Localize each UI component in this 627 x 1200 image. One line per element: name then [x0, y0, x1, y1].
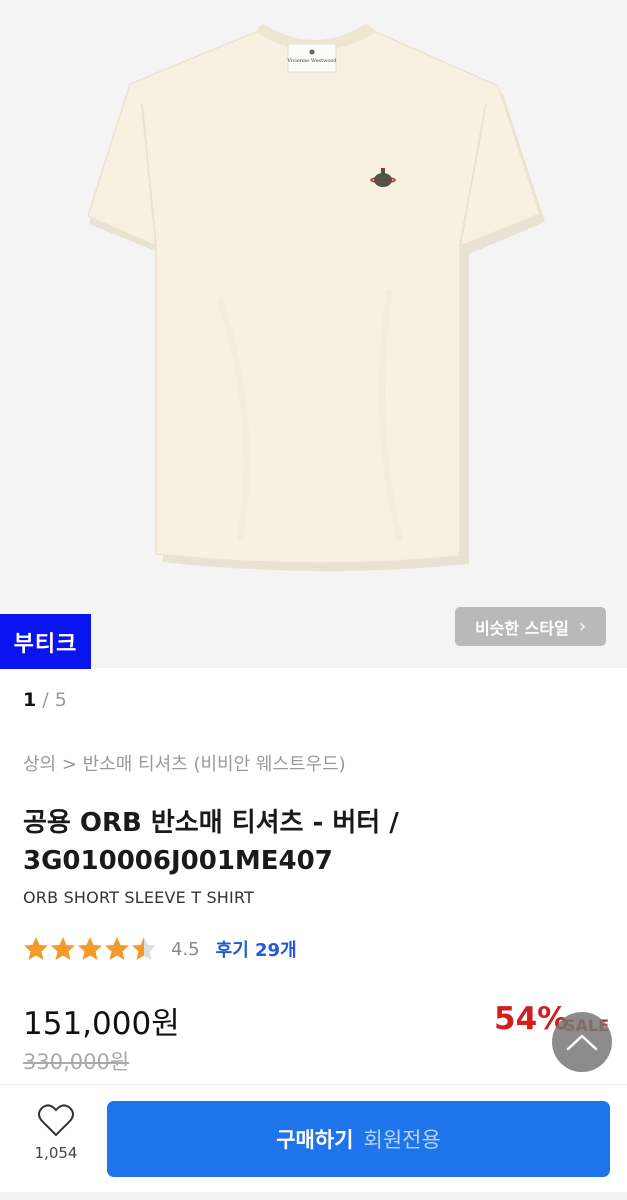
rating-row: 4.5 후기 29개 [23, 934, 297, 964]
scroll-to-top-button[interactable] [552, 1012, 612, 1072]
product-image[interactable]: Vivienne Westwood [0, 0, 627, 668]
star-icon [24, 937, 48, 960]
star-icon [105, 937, 129, 960]
members-only-label: 회원전용 [363, 1128, 441, 1152]
pager-total: 5 [54, 689, 67, 711]
t-shirt-illustration: Vivienne Westwood [87, 24, 545, 572]
pager-separator: / [36, 689, 55, 711]
like-count: 1,054 [34, 1144, 78, 1162]
star-icon [132, 937, 156, 960]
pager-current: 1 [23, 689, 37, 711]
star-rating [23, 936, 157, 962]
star-icon [51, 937, 75, 960]
sale-price: 151,000원 [23, 1006, 180, 1042]
product-english-name: ORB SHORT SLEEVE T SHIRT [23, 888, 255, 907]
boutique-badge: 부티크 [0, 614, 91, 669]
neck-label-text: Vivienne Westwood [286, 58, 337, 64]
heart-icon [38, 1104, 74, 1137]
buy-button-label: 구매하기 [276, 1128, 354, 1152]
original-price: 330,000원 [23, 1050, 130, 1074]
image-pager: 1 / 5 [23, 689, 67, 711]
chevron-right-icon: › [578, 616, 587, 637]
review-count-link[interactable]: 후기 29개 [216, 936, 297, 962]
similar-style-label: 비슷한 스타일 [474, 618, 569, 638]
chevron-up-icon [566, 1034, 598, 1051]
product-title-line1: 공용 ORB 반소매 티셔츠 - 버터 / [23, 808, 399, 838]
star-icon [78, 937, 102, 960]
shirt-body [87, 31, 541, 564]
like-button[interactable]: 1,054 [20, 1104, 92, 1174]
product-title-line2: 3G010006J001ME407 [23, 846, 333, 876]
bottom-edge [0, 1192, 627, 1200]
product-title: 공용 ORB 반소매 티셔츠 - 버터 / 3G010006J001ME407 [23, 804, 613, 880]
rating-value: 4.5 [171, 938, 200, 960]
breadcrumb[interactable]: 상의 > 반소매 티셔츠 (비비안 웨스트우드) [23, 750, 346, 776]
similar-style-button[interactable]: 비슷한 스타일 › [455, 607, 606, 646]
buy-button[interactable]: 구매하기 회원전용 [107, 1101, 610, 1177]
